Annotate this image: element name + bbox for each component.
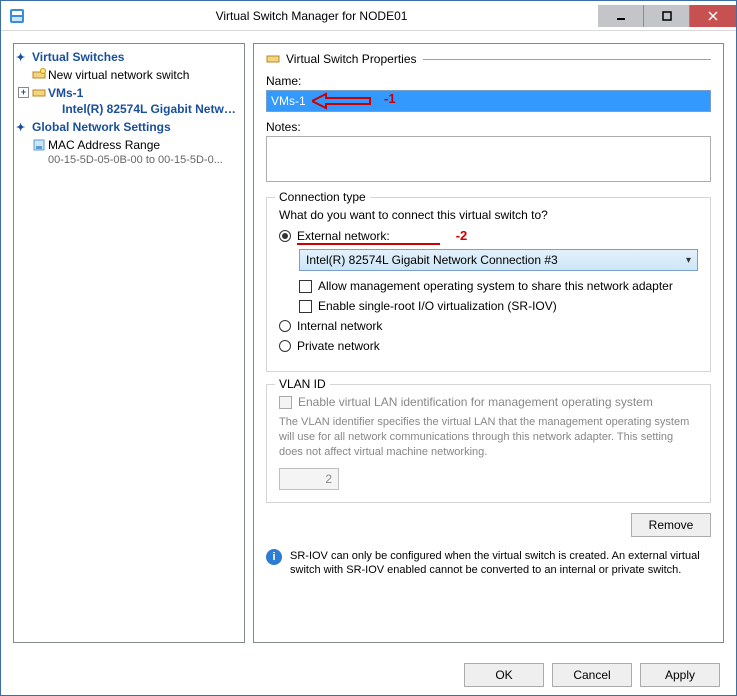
minimize-button[interactable] — [598, 5, 644, 27]
panel-title: Virtual Switch Properties — [286, 52, 417, 66]
maximize-button[interactable] — [644, 5, 690, 27]
sriov-info-text: SR-IOV can only be configured when the v… — [290, 549, 711, 579]
adapter-combo[interactable]: Intel(R) 82574L Gigabit Network Connecti… — [299, 249, 698, 271]
cancel-button[interactable]: Cancel — [552, 663, 632, 687]
adapter-selected: Intel(R) 82574L Gigabit Network Connecti… — [306, 253, 558, 267]
vlan-enable-row: Enable virtual LAN identification for ma… — [279, 395, 698, 409]
window: Virtual Switch Manager for NODE01 ✦Virtu… — [0, 0, 737, 696]
window-title: Virtual Switch Manager for NODE01 — [25, 9, 598, 23]
radio-private[interactable]: Private network — [279, 339, 698, 353]
connection-type-group: Connection type What do you want to conn… — [266, 197, 711, 372]
vlan-enable-checkbox — [279, 396, 292, 409]
remove-button[interactable]: Remove — [631, 513, 711, 537]
sriov-row[interactable]: Enable single-root I/O virtualization (S… — [299, 299, 698, 313]
allow-mgmt-checkbox[interactable] — [299, 280, 312, 293]
annotation-1: -1 — [384, 91, 396, 106]
radio-internal-input[interactable] — [279, 320, 291, 332]
switch-icon — [32, 86, 46, 100]
allow-mgmt-row[interactable]: Allow management operating system to sha… — [299, 279, 698, 293]
ok-button[interactable]: OK — [464, 663, 544, 687]
tree-mac-range-value: 00-15-5D-05-0B-00 to 00-15-5D-0... — [14, 154, 244, 168]
tree-item-mac-range[interactable]: MAC Address Range — [14, 136, 244, 154]
radio-external-input[interactable] — [279, 230, 291, 242]
tree-item-vms1-adapter[interactable]: Intel(R) 82574L Gigabit Netwo... — [14, 102, 244, 118]
connection-question: What do you want to connect this virtual… — [279, 208, 698, 222]
vlan-title: VLAN ID — [275, 377, 330, 391]
apply-button[interactable]: Apply — [640, 663, 720, 687]
radio-internal[interactable]: Internal network — [279, 319, 698, 333]
info-icon: i — [266, 549, 282, 565]
name-label: Name: — [266, 74, 711, 88]
chevron-down-icon: ▾ — [686, 255, 691, 266]
annotation-2: -2 — [456, 228, 468, 243]
tree-item-vms1[interactable]: + VMs-1 — [14, 84, 244, 102]
connection-type-title: Connection type — [275, 190, 370, 204]
notes-label: Notes: — [266, 120, 711, 134]
tree-section-virtual-switches[interactable]: ✦Virtual Switches — [14, 48, 244, 66]
radio-external[interactable]: External network: -2 — [279, 228, 698, 243]
vlan-id-input — [279, 468, 339, 490]
vlan-group: VLAN ID Enable virtual LAN identificatio… — [266, 384, 711, 503]
tree-panel: ✦Virtual Switches New virtual network sw… — [13, 43, 245, 643]
tree-item-new-switch[interactable]: New virtual network switch — [14, 66, 244, 84]
sriov-checkbox[interactable] — [299, 300, 312, 313]
titlebar: Virtual Switch Manager for NODE01 — [1, 1, 736, 31]
tree-section-global[interactable]: ✦Global Network Settings — [14, 118, 244, 136]
dialog-button-bar: OK Cancel Apply — [1, 655, 736, 695]
properties-panel: Virtual Switch Properties Name: -1 Notes… — [253, 43, 724, 643]
notes-textarea[interactable] — [266, 136, 711, 182]
app-icon — [9, 8, 25, 24]
vlan-help-text: The VLAN identifier specifies the virtua… — [279, 415, 698, 460]
vlan-enable-label: Enable virtual LAN identification for ma… — [298, 395, 653, 409]
new-switch-icon — [32, 68, 46, 82]
radio-private-label: Private network — [297, 339, 380, 353]
radio-private-input[interactable] — [279, 340, 291, 352]
allow-mgmt-label: Allow management operating system to sha… — [318, 279, 673, 293]
properties-icon — [266, 52, 280, 66]
divider — [423, 59, 712, 60]
sriov-label: Enable single-root I/O virtualization (S… — [318, 299, 557, 313]
close-button[interactable] — [690, 5, 736, 27]
annotation-arrow-1 — [312, 91, 372, 111]
radio-external-label: External network: — [297, 229, 390, 243]
radio-internal-label: Internal network — [297, 319, 382, 333]
nic-icon — [32, 138, 46, 152]
